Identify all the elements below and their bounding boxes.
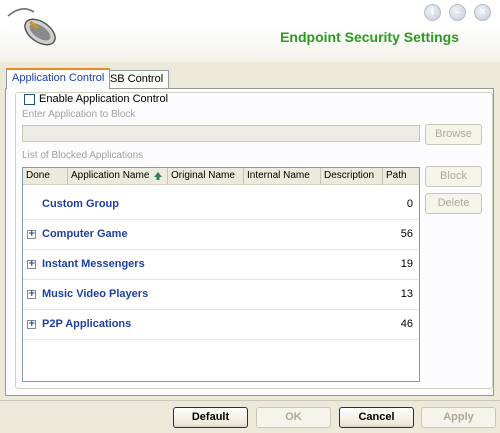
row-count: 0	[406, 198, 413, 210]
list-item[interactable]: + Computer Game 56	[23, 220, 419, 250]
list-item[interactable]: + Instant Messengers 19	[23, 250, 419, 280]
column-path[interactable]: Path	[383, 168, 419, 185]
column-internal-name[interactable]: Internal Name	[244, 168, 321, 185]
list-item[interactable]: Custom Group 0	[23, 190, 419, 220]
row-name: P2P Applications	[42, 318, 132, 330]
list-item[interactable]: + P2P Applications 46	[23, 310, 419, 340]
mouse-icon	[7, 8, 56, 46]
column-done[interactable]: Done	[23, 168, 68, 185]
browse-button[interactable]: Browse	[425, 124, 482, 145]
delete-button[interactable]: Delete	[425, 193, 482, 214]
tab-application-control[interactable]: Application Control	[6, 68, 111, 89]
header-banner: i – ✕ Endpoint Security Settings	[0, 0, 500, 62]
close-icon[interactable]: ✕	[474, 4, 491, 21]
list-header: Done Application Name Original Name Inte…	[23, 168, 419, 185]
row-name: Music Video Players	[42, 288, 149, 300]
row-name: Instant Messengers	[42, 258, 145, 270]
list-item[interactable]: + Music Video Players 13	[23, 280, 419, 310]
row-count: 46	[400, 318, 413, 330]
row-count: 13	[400, 288, 413, 300]
default-button[interactable]: Default	[173, 407, 248, 428]
blocked-applications-list[interactable]: Done Application Name Original Name Inte…	[22, 167, 420, 382]
minimize-icon[interactable]: –	[449, 4, 466, 21]
expand-plus-icon[interactable]: +	[27, 320, 36, 329]
application-input[interactable]	[22, 125, 420, 142]
enable-app-control-checkbox[interactable]	[24, 94, 35, 105]
ok-button[interactable]: OK	[256, 407, 331, 428]
column-description[interactable]: Description	[321, 168, 383, 185]
expand-plus-icon[interactable]: +	[27, 290, 36, 299]
block-button[interactable]: Block	[425, 166, 482, 187]
page-title: Endpoint Security Settings	[280, 29, 459, 45]
cancel-button[interactable]: Cancel	[339, 407, 414, 428]
row-count: 56	[400, 228, 413, 240]
row-count: 19	[400, 258, 413, 270]
row-name: Custom Group	[42, 198, 119, 210]
expand-plus-icon[interactable]: +	[27, 260, 36, 269]
expand-plus-icon[interactable]: +	[27, 230, 36, 239]
blocked-list-label: List of Blocked Applications	[22, 150, 144, 161]
enter-application-label: Enter Application to Block	[22, 109, 136, 120]
apply-button[interactable]: Apply	[421, 407, 496, 428]
info-icon[interactable]: i	[424, 4, 441, 21]
enable-app-control-label: Enable Application Control	[39, 93, 172, 105]
row-name: Computer Game	[42, 228, 128, 240]
column-original-name[interactable]: Original Name	[168, 168, 244, 185]
sort-up-arrow-icon	[154, 172, 162, 180]
footer-divider	[0, 400, 500, 401]
